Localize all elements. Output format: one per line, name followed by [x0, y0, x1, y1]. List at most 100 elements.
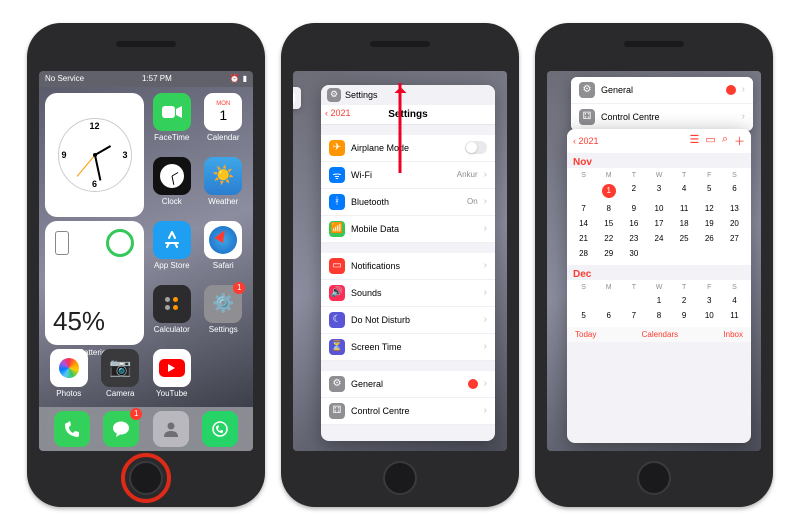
home-button[interactable] — [383, 461, 417, 495]
app-facetime[interactable]: FaceTime — [148, 93, 196, 153]
add-event-icon[interactable]: ＋ — [734, 133, 745, 149]
app-youtube[interactable]: YouTube — [148, 349, 196, 409]
calendar-day[interactable] — [596, 293, 621, 308]
calendar-day[interactable] — [571, 293, 596, 308]
airplane-toggle[interactable] — [465, 141, 487, 154]
calendar-day[interactable]: 4 — [722, 293, 747, 308]
dock-messages[interactable]: 1 — [103, 411, 139, 447]
calendar-day[interactable]: 22 — [596, 231, 621, 246]
calendar-card[interactable]: ‹ 2021 ☰ ▭ ⌕ ＋ NovSMTWTFS123456789101112… — [567, 129, 751, 443]
app-switcher[interactable]: 1 ⚙ Settings ‹ 2021 Settings ✈ Airplane … — [293, 71, 507, 451]
calendar-day[interactable]: 18 — [672, 216, 697, 231]
dock-contacts[interactable] — [153, 411, 189, 447]
calendar-day[interactable]: 6 — [722, 181, 747, 201]
app-calculator[interactable]: Calculator — [148, 285, 196, 345]
earpiece — [116, 41, 176, 47]
settings-card-peek-top[interactable]: ⚙ General › ⚃ Control Centre › — [571, 77, 753, 131]
calendar-day[interactable]: 20 — [722, 216, 747, 231]
day-view-icon[interactable]: ▭ — [705, 133, 715, 149]
calendar-day[interactable]: 7 — [571, 201, 596, 216]
calendar-card-peek[interactable]: 1 — [293, 87, 301, 109]
calendar-day[interactable]: 19 — [697, 216, 722, 231]
app-appstore[interactable]: App Store — [148, 221, 196, 281]
calendar-day[interactable]: 21 — [571, 231, 596, 246]
app-switcher[interactable]: ⚙ General › ⚃ Control Centre › ‹ 2021 ☰ — [547, 71, 761, 451]
settings-card[interactable]: ⚙ Settings ‹ 2021 Settings ✈ Airplane Mo… — [321, 85, 495, 441]
calendar-day[interactable]: 8 — [596, 201, 621, 216]
calendar-day[interactable]: 11 — [672, 201, 697, 216]
calendar-day[interactable]: 5 — [697, 181, 722, 201]
row-controlcentre[interactable]: ⚃ Control Centre › — [321, 398, 495, 425]
app-clock[interactable]: Clock — [148, 157, 196, 217]
list-view-icon[interactable]: ☰ — [690, 133, 700, 149]
batteries-widget[interactable]: 45% Batteries — [45, 221, 144, 345]
app-camera[interactable]: 📷 Camera — [97, 349, 145, 409]
app-safari[interactable]: Safari — [200, 221, 248, 281]
calendar-day[interactable] — [722, 246, 747, 261]
calendar-day[interactable]: 14 — [571, 216, 596, 231]
calendar-day[interactable]: 6 — [596, 308, 621, 323]
back-button[interactable]: ‹ 2021 — [325, 108, 351, 118]
calendar-day[interactable]: 24 — [646, 231, 671, 246]
row-bluetooth[interactable]: ᚼ Bluetooth On › — [321, 189, 495, 216]
calendar-inbox[interactable]: Inbox — [723, 330, 743, 339]
row-sounds[interactable]: 🔊 Sounds › — [321, 280, 495, 307]
row-mobiledata[interactable]: 📶 Mobile Data › — [321, 216, 495, 243]
calendar-day[interactable]: 15 — [596, 216, 621, 231]
calendar-day[interactable]: 28 — [571, 246, 596, 261]
calendar-day[interactable]: 25 — [672, 231, 697, 246]
calendar-day[interactable]: 1 — [596, 181, 621, 201]
row-general[interactable]: ⚙ General › — [571, 77, 753, 104]
calendar-day[interactable]: 10 — [697, 308, 722, 323]
row-notifications[interactable]: ▭ Notifications › — [321, 253, 495, 280]
calendar-day[interactable]: 29 — [596, 246, 621, 261]
dock-phone[interactable] — [54, 411, 90, 447]
calendar-day[interactable]: 26 — [697, 231, 722, 246]
calendar-day[interactable]: 1 — [646, 293, 671, 308]
app-calendar[interactable]: MON 1 Calendar — [200, 93, 248, 153]
calendar-day[interactable]: 9 — [672, 308, 697, 323]
switcher-screen-2: ⚙ General › ⚃ Control Centre › ‹ 2021 ☰ — [547, 71, 761, 451]
calendar-day[interactable] — [571, 181, 596, 201]
row-general[interactable]: ⚙ General › — [321, 371, 495, 398]
calendar-day[interactable]: 23 — [621, 231, 646, 246]
calendar-day[interactable]: 4 — [672, 181, 697, 201]
clock-widget[interactable]: 12 3 6 9 Clock — [45, 93, 144, 217]
home-button[interactable] — [637, 461, 671, 495]
calendar-day[interactable]: 11 — [722, 308, 747, 323]
calendar-day[interactable]: 30 — [621, 246, 646, 261]
iphone-switcher-settings: 1 ⚙ Settings ‹ 2021 Settings ✈ Airplane … — [281, 23, 519, 507]
calendar-day[interactable] — [621, 293, 646, 308]
calendar-calendars[interactable]: Calendars — [642, 330, 678, 339]
app-settings[interactable]: ⚙️ 1 Settings — [200, 285, 248, 345]
calendar-day[interactable] — [646, 246, 671, 261]
app-weather[interactable]: ☀️ Weather — [200, 157, 248, 217]
row-controlcentre[interactable]: ⚃ Control Centre › — [571, 104, 753, 131]
calendar-day[interactable]: 13 — [722, 201, 747, 216]
calendar-day[interactable]: 12 — [697, 201, 722, 216]
calendar-day[interactable]: 10 — [646, 201, 671, 216]
dock-whatsapp[interactable] — [202, 411, 238, 447]
calendar-day[interactable]: 8 — [646, 308, 671, 323]
home-button[interactable] — [129, 461, 163, 495]
calendar-today[interactable]: Today — [575, 330, 596, 339]
calendar-day[interactable]: 9 — [621, 201, 646, 216]
calendar-day[interactable] — [672, 246, 697, 261]
calendar-day[interactable]: 2 — [672, 293, 697, 308]
calendar-day[interactable]: 2 — [621, 181, 646, 201]
row-airplane[interactable]: ✈ Airplane Mode — [321, 135, 495, 162]
row-dnd[interactable]: ☾ Do Not Disturb › — [321, 307, 495, 334]
calendar-back-year[interactable]: ‹ 2021 — [573, 136, 599, 146]
calendar-day[interactable]: 3 — [646, 181, 671, 201]
calendar-day[interactable]: 27 — [722, 231, 747, 246]
row-wifi[interactable]: ᯤ Wi-Fi Ankur › — [321, 162, 495, 189]
calendar-day[interactable]: 5 — [571, 308, 596, 323]
row-screentime[interactable]: ⏳ Screen Time › — [321, 334, 495, 361]
calendar-day[interactable]: 7 — [621, 308, 646, 323]
calendar-day[interactable]: 17 — [646, 216, 671, 231]
calendar-day[interactable]: 3 — [697, 293, 722, 308]
calendar-day[interactable]: 16 — [621, 216, 646, 231]
app-photos[interactable]: Photos — [45, 349, 93, 409]
search-icon[interactable]: ⌕ — [722, 133, 728, 149]
calendar-day[interactable] — [697, 246, 722, 261]
